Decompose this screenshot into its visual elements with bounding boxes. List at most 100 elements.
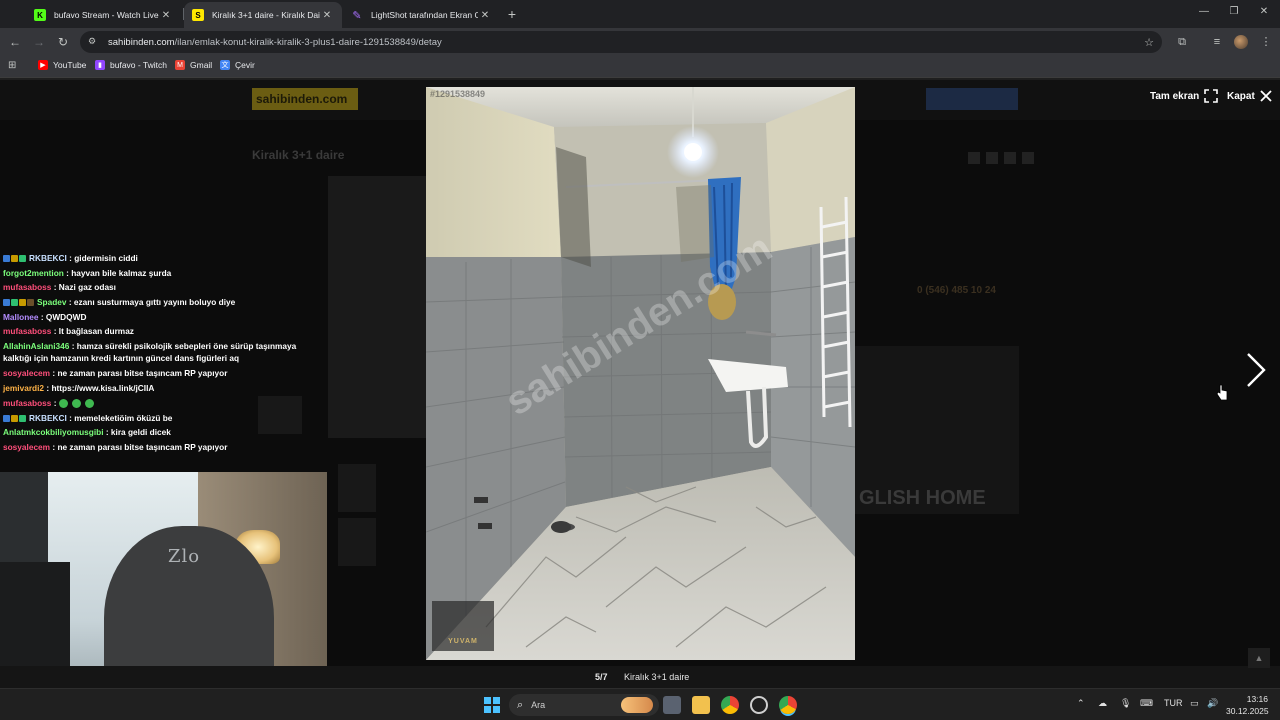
chat-text: : memeleketiöim öküzü be (69, 413, 173, 423)
forward-icon[interactable]: → (31, 34, 47, 50)
profile-avatar[interactable] (1234, 35, 1248, 49)
chat-username[interactable]: RKBEKCI (29, 253, 67, 263)
chat-username[interactable]: mufasaboss (3, 282, 51, 292)
chat-username[interactable]: mufasaboss (3, 398, 51, 408)
taskbar-search-input[interactable]: ⌕ Ara (509, 694, 659, 716)
chat-username[interactable]: Anlatmkcokbiliyomusgibi (3, 427, 104, 437)
extensions-icon[interactable]: ⧉ (1175, 35, 1189, 49)
tab-title: LightShot tarafından Ekran Gör (371, 10, 478, 20)
chat-message: sosyalecem : ne zaman parası bitse taşın… (3, 368, 227, 379)
bookmark-translate[interactable]: 文 Çevir (220, 60, 255, 70)
pepe-emote-icon (58, 399, 68, 409)
chat-text: : QWDQWD (40, 312, 87, 322)
scroll-top-button[interactable]: ▲ (1248, 648, 1270, 668)
chat-username[interactable]: RKBEKCI (29, 413, 67, 423)
start-windows-icon[interactable] (483, 696, 501, 714)
chat-username[interactable]: forgot2mention (3, 268, 64, 278)
tab-sahibinden[interactable]: S Kiralık 3+1 daire - Kiralık Daire ✕ (184, 2, 342, 28)
apps-grid-icon[interactable]: ⊞ (8, 60, 16, 71)
lightbox-photo: #1291538849 sahibinden.com YUVAM (426, 87, 855, 660)
address-bar-row: ← → ↻ ⚙ sahibinden.com/ilan/emlak-konut-… (0, 28, 1280, 56)
tray-chevron-icon[interactable]: ⌃ (1077, 698, 1085, 709)
system-clock[interactable]: 13:16 30.12.2025 (1226, 693, 1269, 717)
chat-text: : kira geldi dicek (105, 427, 171, 437)
thumbnail (338, 464, 376, 512)
close-icon (1260, 90, 1272, 102)
url-input[interactable]: ⚙ sahibinden.com/ilan/emlak-konut-kirali… (80, 31, 1162, 53)
chat-username[interactable]: Spadev (37, 297, 67, 307)
new-tab-icon[interactable]: + (504, 6, 520, 22)
chat-message: forgot2mention : hayvan bile kalmaz şurd… (3, 268, 171, 279)
menu-kebab-icon[interactable]: ⋮ (1259, 35, 1273, 49)
chat-message: Spadev : ezanı susturmaya gıttı yayını b… (3, 297, 235, 308)
bookmark-youtube[interactable]: ▶ YouTube (38, 60, 86, 70)
task-view-icon[interactable] (663, 696, 681, 714)
chat-username[interactable]: sosyalecem (3, 442, 50, 452)
windows-taskbar: ⌕ Ara ⌃ ☁ 🎙 ⌨ TUR ▭ 🔊 13:16 30.12.2025 (0, 688, 1280, 720)
tab-lightshot[interactable]: ✎ LightShot tarafından Ekran Gör ✕ (343, 2, 500, 28)
microphone-icon[interactable]: 🎙 (1120, 698, 1131, 709)
chrome-icon[interactable] (721, 696, 739, 714)
next-photo-arrow-icon[interactable] (1244, 350, 1268, 390)
listing-main-photo (328, 176, 426, 438)
chat-badges-icon (3, 253, 27, 264)
close-window-icon[interactable]: ✕ (1256, 6, 1272, 17)
restore-icon[interactable]: ❐ (1226, 6, 1242, 17)
bookmark-star-icon[interactable]: ☆ (1144, 36, 1154, 49)
network-icon[interactable]: ▭ (1190, 698, 1199, 709)
minimize-icon[interactable]: — (1196, 6, 1212, 17)
sahibinden-favicon-icon: S (192, 9, 204, 21)
close-lightbox-button[interactable]: Kapat (1227, 89, 1273, 103)
search-highlight-icon (621, 697, 653, 713)
chrome-active-icon[interactable] (779, 696, 797, 714)
chat-badges-icon (3, 413, 27, 424)
youtube-icon: ▶ (38, 60, 48, 70)
fullscreen-button[interactable]: Tam ekran (1150, 89, 1219, 103)
chat-username[interactable]: mufasaboss (3, 326, 51, 336)
bookmark-twitch[interactable]: ▮ bufavo - Twitch (95, 60, 167, 70)
close-tab-icon[interactable]: ✕ (478, 10, 492, 21)
file-explorer-icon[interactable] (692, 696, 710, 714)
chat-text: : It bağlasan durmaz (53, 326, 134, 336)
hand-cursor-icon (1216, 384, 1228, 401)
url-text: sahibinden.com/ilan/emlak-konut-kiralik-… (108, 36, 442, 48)
chat-message: RKBEKCI : memeleketiöim öküzü be (3, 413, 172, 424)
tab-bufavo[interactable]: K bufavo Stream - Watch Live on ✕ (26, 2, 181, 28)
chat-text: : (53, 398, 57, 408)
bookmarks-bar: ⊞ ▶ YouTube ▮ bufavo - Twitch M Gmail 文 … (0, 56, 1280, 78)
chat-text: : Nazi gaz odası (53, 282, 116, 292)
steam-icon[interactable] (750, 696, 768, 714)
close-tab-icon[interactable]: ✕ (159, 10, 173, 21)
media-control-icon[interactable]: ≡ (1210, 35, 1224, 49)
photo-counter: 5/7 (595, 672, 608, 682)
translate-icon: 文 (220, 60, 230, 70)
agency-badge: YUVAM (432, 601, 494, 651)
thumbnail (338, 518, 376, 566)
pepe-emote-icon (71, 399, 81, 409)
chat-message: kalktığı için hamzanın kredi kartının gü… (3, 353, 239, 364)
chat-message: sosyalecem : ne zaman parası bitse taşın… (3, 442, 227, 453)
chat-text: kalktığı için hamzanın kredi kartının gü… (3, 353, 240, 363)
chat-username[interactable]: Mallonee (3, 312, 39, 322)
onedrive-icon[interactable]: ☁ (1098, 698, 1107, 709)
chat-username[interactable]: jemivardi2 (3, 383, 44, 393)
close-tab-icon[interactable]: ✕ (320, 10, 334, 21)
lightbox-caption-bar: 5/7 Kiralık 3+1 daire (0, 666, 1280, 688)
bookmark-gmail[interactable]: M Gmail (175, 60, 212, 70)
search-icon: ⌕ (517, 698, 524, 711)
site-logo: sahibinden.com (252, 88, 358, 110)
keyboard-icon[interactable]: ⌨ (1140, 698, 1153, 709)
pepe-emote-icon (84, 399, 94, 409)
stream-chat: RKBEKCI : gidermisin ciddi forgot2mention… (0, 236, 330, 452)
back-icon[interactable]: ← (7, 34, 23, 50)
chat-username[interactable]: sosyalecem (3, 368, 50, 378)
reload-icon[interactable]: ↻ (55, 34, 71, 50)
chat-badges-icon (3, 297, 35, 308)
seller-phone: 0 (546) 485 10 24 (917, 285, 996, 296)
chat-username[interactable]: AllahinAslani346 (3, 341, 69, 351)
volume-icon[interactable]: 🔊 (1207, 698, 1218, 709)
chat-text: : https://www.kisa.link/jCIlA (46, 383, 155, 393)
site-info-icon[interactable]: ⚙ (88, 36, 100, 48)
feather-favicon-icon: ✎ (352, 9, 362, 22)
language-indicator[interactable]: TUR (1164, 698, 1183, 708)
